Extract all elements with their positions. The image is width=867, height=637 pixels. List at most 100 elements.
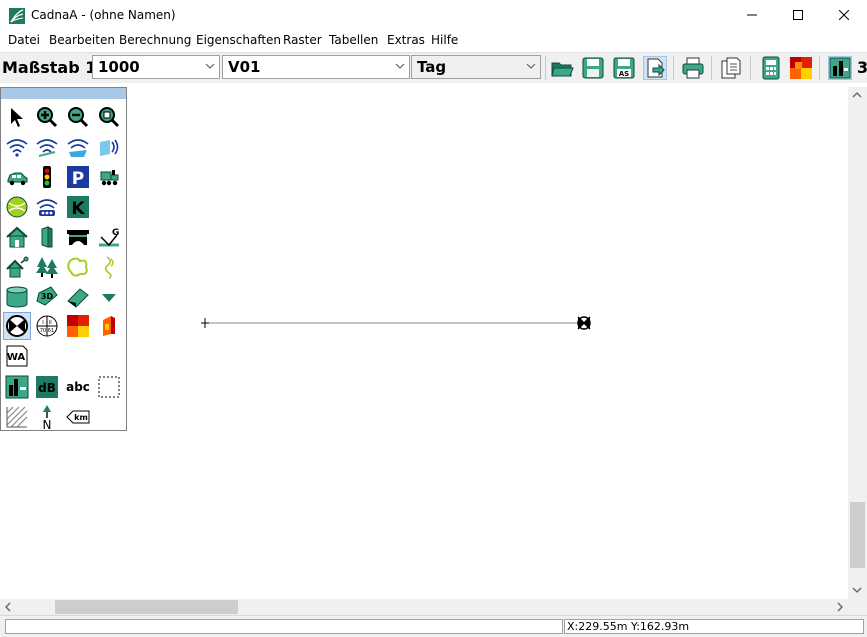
status-bar: X:229.55m Y:162.93m	[0, 615, 867, 637]
status-coordinates: X:229.55m Y:162.93m	[564, 619, 864, 634]
window-title: CadnaA - (ohne Namen)	[31, 8, 176, 22]
chevron-up-icon[interactable]	[852, 91, 862, 99]
railway-icon[interactable]	[96, 164, 122, 190]
period-combo[interactable]: Tag	[411, 55, 541, 79]
svg-text:abc: abc	[66, 380, 90, 394]
built-up-area-icon[interactable]	[65, 254, 91, 280]
svg-text:I - II: I - II	[42, 320, 51, 326]
vertical-scroll-thumb[interactable]	[850, 502, 865, 568]
toolbar-trailing-label: 3	[857, 58, 867, 77]
open-folder-icon[interactable]	[550, 56, 574, 80]
chevron-right-icon[interactable]	[836, 602, 844, 612]
chevron-down-icon[interactable]	[852, 586, 862, 594]
period-value: Tag	[417, 58, 447, 76]
point-source-icon[interactable]	[4, 134, 30, 160]
grid-color-icon[interactable]	[789, 56, 813, 80]
evaluation-area-icon[interactable]: I - II 70 61	[34, 313, 60, 339]
variant-combo[interactable]: V01	[222, 55, 410, 79]
section-frame-icon[interactable]	[96, 374, 122, 400]
residential-building-icon[interactable]	[4, 254, 30, 280]
svg-text:dB: dB	[38, 381, 56, 395]
land-use-icon[interactable]: WA	[4, 343, 30, 369]
road-icon[interactable]	[4, 164, 30, 190]
line-source-icon[interactable]	[34, 134, 60, 160]
chevron-down-icon	[526, 63, 536, 69]
north-arrow-icon[interactable]: N	[34, 404, 60, 430]
embankment-icon[interactable]	[65, 284, 91, 310]
copy-document-icon[interactable]	[719, 56, 743, 80]
toolbar: Maßstab 1: 1000 V01 Tag AS 3	[0, 52, 867, 83]
menu-datei[interactable]: Datei	[8, 33, 40, 47]
status-message	[5, 619, 563, 634]
palette-title-bar[interactable]	[1, 88, 126, 99]
bridge-icon[interactable]	[65, 224, 91, 250]
svg-text:70 61: 70 61	[40, 328, 54, 334]
zoom-in-icon[interactable]	[34, 104, 60, 130]
facade-level-icon[interactable]	[96, 313, 122, 339]
svg-text:N: N	[43, 418, 52, 430]
scale-label: Maßstab 1:	[2, 58, 103, 77]
save-as-icon[interactable]: AS	[612, 56, 636, 80]
scale-value: 1000	[98, 58, 140, 76]
svg-text:3D: 3D	[41, 292, 54, 301]
scale-bar-icon[interactable]: km	[65, 404, 91, 430]
3d-reflector-icon[interactable]: 3D	[34, 284, 60, 310]
close-button[interactable]	[821, 0, 867, 30]
toolbar-separator	[545, 56, 546, 80]
forest-icon[interactable]	[34, 254, 60, 280]
calculation-area-icon[interactable]	[4, 374, 30, 400]
minimize-icon	[747, 14, 757, 16]
menu-hilfe[interactable]: Hilfe	[431, 33, 458, 47]
triangle-point-icon[interactable]	[96, 284, 122, 310]
scale-combo[interactable]: 1000	[92, 55, 220, 79]
export-icon[interactable]	[643, 56, 667, 80]
menu-eigenschaften[interactable]: Eigenschaften	[196, 33, 281, 47]
chevron-left-icon[interactable]	[4, 602, 12, 612]
save-icon[interactable]	[581, 56, 605, 80]
title-bar: CadnaA - (ohne Namen)	[0, 0, 867, 30]
building-icon[interactable]	[4, 224, 30, 250]
minimize-button[interactable]	[729, 0, 775, 30]
cylinder-icon[interactable]	[4, 284, 30, 310]
svg-text:K: K	[71, 199, 85, 219]
receiver-icon[interactable]	[3, 312, 31, 340]
map-canvas[interactable]	[0, 87, 848, 599]
calculator-icon[interactable]	[759, 56, 783, 80]
pointer-icon[interactable]	[4, 104, 30, 130]
hatch-area-icon[interactable]	[4, 404, 30, 430]
menu-tabellen[interactable]: Tabellen	[329, 33, 378, 47]
grid-noise-map-icon[interactable]	[65, 313, 91, 339]
chevron-down-icon	[395, 63, 405, 69]
horizontal-scroll-thumb[interactable]	[55, 600, 238, 614]
print-icon[interactable]	[681, 56, 705, 80]
crossing-icon[interactable]: K	[65, 194, 91, 220]
ground-absorption-icon[interactable]: G	[96, 224, 122, 250]
sports-facility-icon[interactable]	[4, 194, 30, 220]
menu-bearbeiten[interactable]: Bearbeiten	[49, 33, 115, 47]
close-icon	[839, 10, 849, 20]
barrier-icon[interactable]	[34, 224, 60, 250]
traffic-light-icon[interactable]	[34, 164, 60, 190]
toolbar-separator	[750, 56, 751, 80]
object-palette-icon[interactable]	[828, 56, 852, 80]
text-label-icon[interactable]: abc	[65, 374, 91, 400]
industrial-source-icon[interactable]	[34, 194, 60, 220]
svg-text:AS: AS	[619, 70, 629, 78]
menu-extras[interactable]: Extras	[387, 33, 425, 47]
zoom-window-icon[interactable]	[96, 104, 122, 130]
maximize-button[interactable]	[775, 0, 821, 30]
vertical-area-source-icon[interactable]	[96, 134, 122, 160]
area-source-icon[interactable]	[65, 134, 91, 160]
toolbar-separator	[673, 56, 674, 80]
contour-line-icon[interactable]	[96, 254, 122, 280]
menu-bar: Datei Bearbeiten Berechnung Eigenschafte…	[0, 30, 867, 50]
svg-text:km: km	[74, 413, 88, 422]
toolbar-separator	[711, 56, 712, 80]
menu-raster[interactable]: Raster	[283, 33, 322, 47]
zoom-out-icon[interactable]	[65, 104, 91, 130]
menu-berechnung[interactable]: Berechnung	[119, 33, 191, 47]
chevron-down-icon	[205, 63, 215, 69]
parking-lot-icon[interactable]: P	[65, 164, 91, 190]
db-label-icon[interactable]: dB	[34, 374, 60, 400]
maximize-icon	[793, 10, 803, 20]
